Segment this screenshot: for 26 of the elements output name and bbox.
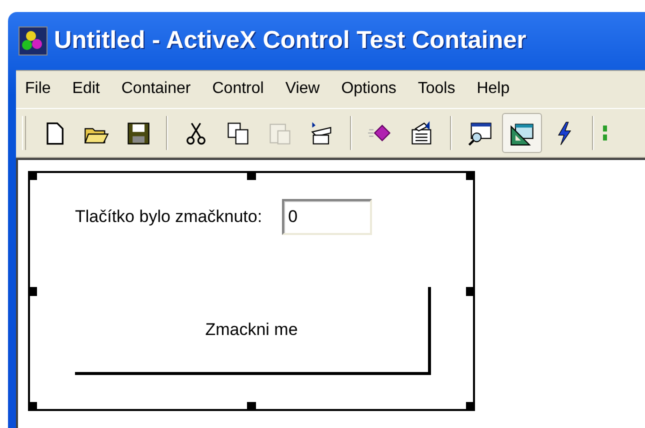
- resize-handle[interactable]: [466, 402, 475, 411]
- resize-handle[interactable]: [28, 402, 37, 411]
- menu-item[interactable]: Container: [112, 80, 204, 98]
- counter-field[interactable]: 0: [282, 199, 372, 235]
- menu-item[interactable]: File: [16, 80, 64, 98]
- resize-handle[interactable]: [28, 171, 37, 180]
- step-icon: [603, 124, 607, 142]
- menu-item[interactable]: View: [276, 80, 332, 98]
- press-button[interactable]: Zmackni me: [75, 287, 431, 375]
- resize-handle[interactable]: [28, 286, 37, 296]
- resize-handle[interactable]: [466, 171, 475, 180]
- app-icon: [18, 26, 48, 56]
- resize-handle[interactable]: [466, 286, 475, 296]
- menu-item[interactable]: Options: [332, 80, 409, 98]
- resize-handle[interactable]: [247, 402, 256, 411]
- floppy-icon: [125, 120, 151, 146]
- resize-handle[interactable]: [247, 171, 256, 180]
- magnifier-icon: [467, 120, 493, 146]
- menu-item[interactable]: Control: [203, 80, 276, 98]
- window-title: Untitled - ActiveX Control Test Container: [54, 27, 526, 55]
- toolbar-button[interactable]: [502, 113, 542, 153]
- menu-item[interactable]: Edit: [63, 80, 112, 98]
- copy-icon: [225, 120, 251, 146]
- counter-label: Tlačítko bylo zmačknuto:: [75, 207, 262, 227]
- menu-item[interactable]: Help: [468, 80, 522, 98]
- menu-item[interactable]: Tools: [408, 80, 468, 98]
